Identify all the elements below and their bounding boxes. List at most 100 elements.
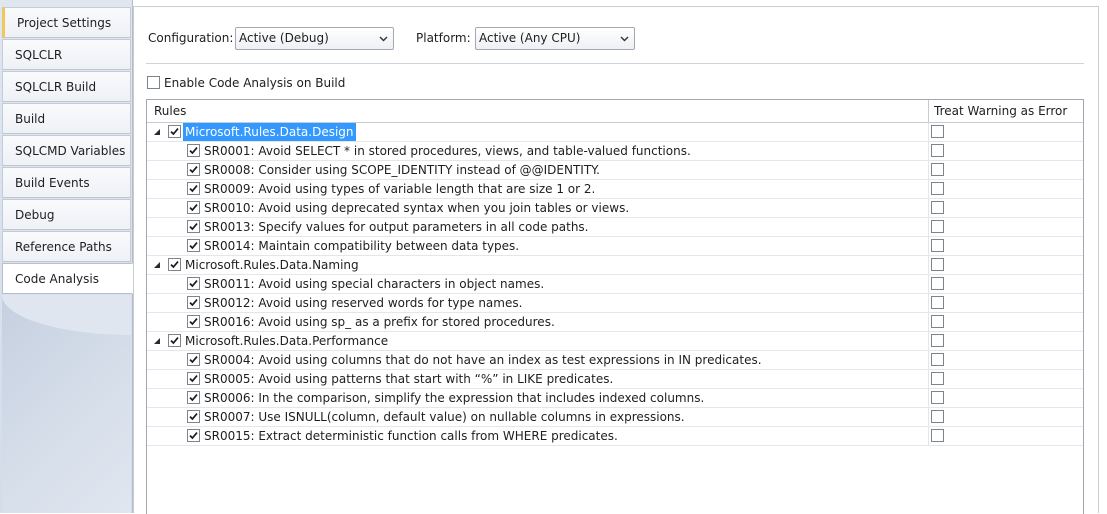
rule-row[interactable]: SR0011: Avoid using special characters i… [147,275,1083,294]
configuration-dropdown[interactable]: Active (Debug) [235,27,394,50]
checkmark-icon [169,259,180,270]
treat-warning-checkbox[interactable] [931,391,944,404]
rule-checkbox[interactable] [187,372,200,385]
rule-checkbox[interactable] [187,220,200,233]
rule-checkbox[interactable] [187,410,200,423]
rule-group-label: Microsoft.Rules.Data.Design [183,123,356,141]
rule-row[interactable]: SR0005: Avoid using patterns that start … [147,370,1083,389]
collapse-triangle-icon[interactable] [152,260,161,269]
sidebar-item-build-events[interactable]: Build Events [2,167,131,198]
rule-row[interactable]: SR0006: In the comparison, simplify the … [147,389,1083,408]
configuration-value: Active (Debug) [239,31,329,45]
rule-row[interactable]: SR0012: Avoid using reserved words for t… [147,294,1083,313]
sidebar-item-debug[interactable]: Debug [2,199,131,230]
collapse-triangle-icon[interactable] [152,127,161,136]
sidebar-item-project-settings[interactable]: Project Settings [2,7,131,38]
rule-checkbox[interactable] [187,144,200,157]
checkmark-icon [188,411,199,422]
rule-label: SR0001: Avoid SELECT * in stored procedu… [204,144,691,158]
enable-code-analysis-checkbox[interactable] [147,76,160,89]
treat-warning-checkbox[interactable] [931,220,944,233]
sidebar-item-build[interactable]: Build [2,103,131,134]
rule-row[interactable]: SR0009: Avoid using types of variable le… [147,180,1083,199]
rule-label: SR0016: Avoid using sp_ as a prefix for … [204,315,555,329]
rules-column-header[interactable]: Rules [147,100,929,122]
rule-row[interactable]: SR0015: Extract deterministic function c… [147,427,1083,446]
sidebar-item-label: SQLCLR Build [15,80,97,94]
rule-checkbox[interactable] [187,315,200,328]
rule-row[interactable]: SR0004: Avoid using columns that do not … [147,351,1083,370]
rule-checkbox[interactable] [187,239,200,252]
treat-warning-cell [929,161,1083,179]
rule-row[interactable]: SR0013: Specify values for output parame… [147,218,1083,237]
rule-row[interactable]: SR0008: Consider using SCOPE_IDENTITY in… [147,161,1083,180]
enable-code-analysis-label: Enable Code Analysis on Build [164,76,346,90]
treat-warning-checkbox[interactable] [931,410,944,423]
rule-group-row[interactable]: Microsoft.Rules.Data.Naming [147,256,1083,275]
treat-warning-checkbox[interactable] [931,315,944,328]
treat-warning-checkbox[interactable] [931,163,944,176]
treat-warning-checkbox[interactable] [931,334,944,347]
sidebar-item-sqlclr[interactable]: SQLCLR [2,39,131,70]
rule-label: SR0008: Consider using SCOPE_IDENTITY in… [204,163,600,177]
chevron-down-icon [378,28,388,49]
rule-cell: SR0006: In the comparison, simplify the … [147,389,929,407]
rule-label: SR0015: Extract deterministic function c… [204,429,618,443]
treat-warning-checkbox[interactable] [931,239,944,252]
treat-warning-checkbox[interactable] [931,258,944,271]
rule-checkbox[interactable] [187,277,200,290]
separator [146,63,1084,64]
rule-group-checkbox[interactable] [168,258,181,271]
treat-warning-checkbox[interactable] [931,429,944,442]
rule-row[interactable]: SR0016: Avoid using sp_ as a prefix for … [147,313,1083,332]
treat-warning-checkbox[interactable] [931,296,944,309]
rule-checkbox[interactable] [187,391,200,404]
rule-checkbox[interactable] [187,353,200,366]
treat-warning-checkbox[interactable] [931,125,944,138]
rule-label: SR0007: Use ISNULL(column, default value… [204,410,685,424]
rule-cell: SR0016: Avoid using sp_ as a prefix for … [147,313,929,331]
treat-warning-checkbox[interactable] [931,201,944,214]
rule-group-checkbox[interactable] [168,125,181,138]
treat-warning-cell [929,313,1083,331]
collapse-triangle-icon[interactable] [152,336,161,345]
rule-row[interactable]: SR0001: Avoid SELECT * in stored procedu… [147,142,1083,161]
sidebar-item-sqlcmd-variables[interactable]: SQLCMD Variables [2,135,131,166]
checkmark-icon [188,202,199,213]
rules-grid: Rules Treat Warning as Error Microsoft.R… [146,99,1084,514]
rule-checkbox[interactable] [187,296,200,309]
sidebar-item-label: SQLCMD Variables [15,144,126,158]
rule-group-checkbox[interactable] [168,334,181,347]
sidebar-item-reference-paths[interactable]: Reference Paths [2,231,131,262]
treat-warning-checkbox[interactable] [931,277,944,290]
treat-warning-cell [929,294,1083,312]
treat-warning-checkbox[interactable] [931,372,944,385]
rule-cell: SR0013: Specify values for output parame… [147,218,929,236]
sidebar-item-sqlclr-build[interactable]: SQLCLR Build [2,71,131,102]
treat-warning-checkbox[interactable] [931,353,944,366]
rule-checkbox[interactable] [187,429,200,442]
rule-row[interactable]: SR0014: Maintain compatibility between d… [147,237,1083,256]
treat-warning-cell [929,408,1083,426]
checkmark-icon [188,297,199,308]
rule-row[interactable]: SR0007: Use ISNULL(column, default value… [147,408,1083,427]
rule-cell: SR0008: Consider using SCOPE_IDENTITY in… [147,161,929,179]
code-analysis-panel: Configuration: Active (Debug) Platform: … [133,6,1099,514]
rule-label: SR0009: Avoid using types of variable le… [204,182,596,196]
rule-row[interactable]: SR0010: Avoid using deprecated syntax wh… [147,199,1083,218]
treat-warning-cell [929,351,1083,369]
treat-warning-checkbox[interactable] [931,182,944,195]
rule-checkbox[interactable] [187,163,200,176]
rule-label: SR0014: Maintain compatibility between d… [204,239,520,253]
treat-warning-column-header[interactable]: Treat Warning as Error [929,100,1083,122]
treat-warning-checkbox[interactable] [931,144,944,157]
sidebar-item-code-analysis[interactable]: Code Analysis [2,263,133,294]
rule-checkbox[interactable] [187,201,200,214]
sidebar-item-label: Debug [15,208,55,222]
rule-checkbox[interactable] [187,182,200,195]
rule-group-row[interactable]: Microsoft.Rules.Data.Design [147,123,1083,142]
rule-group-row[interactable]: Microsoft.Rules.Data.Performance [147,332,1083,351]
rule-group-label: Microsoft.Rules.Data.Performance [185,334,389,348]
checkmark-icon [169,126,180,137]
platform-dropdown[interactable]: Active (Any CPU) [475,27,635,50]
